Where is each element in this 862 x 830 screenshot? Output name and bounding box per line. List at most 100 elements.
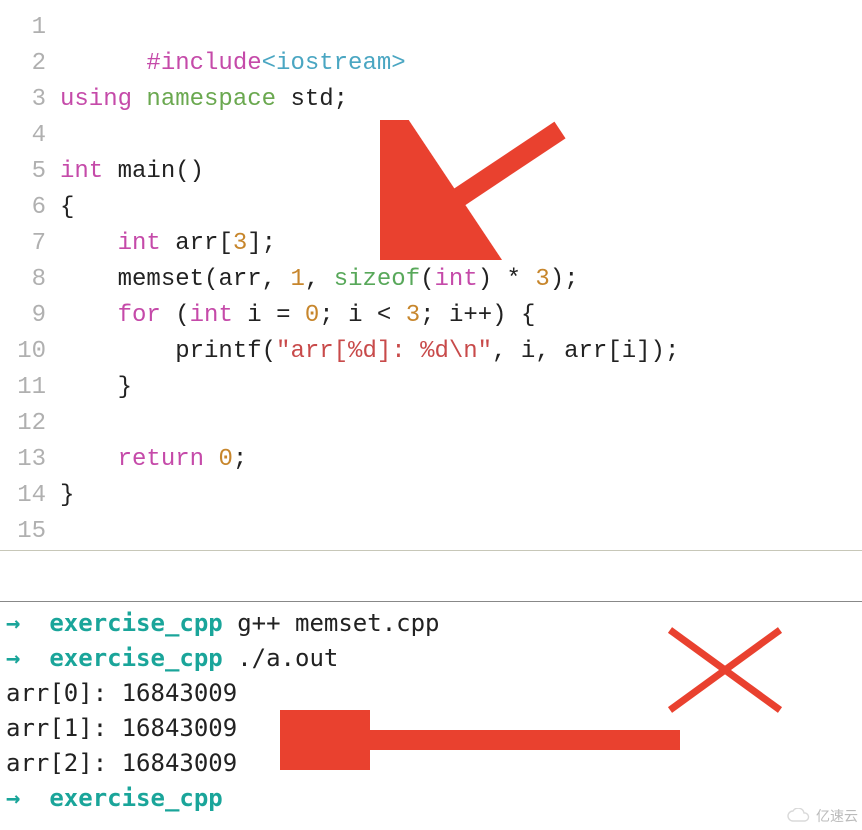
line-number: 8	[0, 262, 60, 298]
token-include-target: <iostream>	[262, 50, 406, 77]
token-operator: =	[276, 302, 290, 329]
token-identifier: i	[348, 302, 362, 329]
terminal-command: ./a.out	[237, 644, 338, 672]
prompt-arrow-icon: →	[6, 784, 20, 812]
watermark: 亿速云	[786, 806, 858, 826]
terminal-line: → exercise_cpp	[6, 781, 856, 816]
line-number: 2	[0, 46, 60, 82]
token-function: memset	[118, 266, 204, 293]
token-bracket: ]	[247, 230, 261, 257]
token-brace: {	[60, 194, 74, 221]
token-number: 3	[233, 230, 247, 257]
terminal-command: g++ memset.cpp	[237, 609, 439, 637]
token-identifier: arr[i]	[564, 338, 650, 365]
terminal-output: arr[0]: 16843009	[6, 676, 856, 711]
token-operator: ++	[463, 302, 492, 329]
token-keyword: sizeof	[334, 266, 420, 293]
prompt-dir: exercise_cpp	[49, 784, 222, 812]
code-line: 14 }	[0, 478, 862, 514]
token-paren: )	[492, 302, 506, 329]
code-line: 6 {	[0, 190, 862, 226]
cloud-icon	[786, 808, 812, 824]
token-punct: ;	[665, 338, 679, 365]
token-paren: (	[204, 266, 218, 293]
code-line: 4	[0, 118, 862, 154]
token-bracket: [	[218, 230, 232, 257]
token-brace: }	[60, 482, 74, 509]
line-number: 10	[0, 334, 60, 370]
token-type: int	[60, 158, 103, 185]
prompt-dir: exercise_cpp	[49, 609, 222, 637]
code-line: 11 }	[0, 370, 862, 406]
line-number: 4	[0, 118, 60, 154]
token-punct: ;	[262, 230, 276, 257]
code-line: 12	[0, 406, 862, 442]
line-number: 9	[0, 298, 60, 334]
token-preprocessor: #include	[146, 50, 261, 77]
token-function: main	[118, 158, 176, 185]
token-punct: ,	[492, 338, 506, 365]
separator-gap	[0, 551, 862, 601]
token-punct: ,	[305, 266, 319, 293]
code-line: 1 #include<iostream>	[0, 10, 862, 46]
token-punct: ;	[334, 86, 348, 113]
code-line: 7 int arr[3];	[0, 226, 862, 262]
line-number: 11	[0, 370, 60, 406]
token-function: printf	[175, 338, 261, 365]
prompt-dir: exercise_cpp	[49, 644, 222, 672]
token-punct: ;	[319, 302, 333, 329]
token-keyword: for	[118, 302, 161, 329]
token-identifier: i	[449, 302, 463, 329]
token-punct: ,	[535, 338, 549, 365]
token-paren: (	[175, 302, 189, 329]
token-identifier: arr	[175, 230, 218, 257]
code-line: 5 int main()	[0, 154, 862, 190]
code-editor: 1 #include<iostream> 2 3 using namespace…	[0, 0, 862, 551]
token-number: 0	[305, 302, 319, 329]
token-paren: (	[262, 338, 276, 365]
code-line: 3 using namespace std;	[0, 82, 862, 118]
line-number: 3	[0, 82, 60, 118]
code-line: 13 return 0;	[0, 442, 862, 478]
token-keyword: return	[118, 446, 204, 473]
token-paren: (	[175, 158, 189, 185]
token-punct: ,	[262, 266, 276, 293]
prompt-arrow-icon: →	[6, 644, 20, 672]
token-paren: )	[550, 266, 564, 293]
code-line: 8 memset(arr, 1, sizeof(int) * 3);	[0, 262, 862, 298]
token-operator: <	[377, 302, 391, 329]
token-type: int	[190, 302, 233, 329]
token-paren: )	[478, 266, 492, 293]
line-number: 5	[0, 154, 60, 190]
token-type: int	[118, 230, 161, 257]
token-namespace: namespace	[146, 86, 276, 113]
token-punct: ;	[564, 266, 578, 293]
token-keyword: using	[60, 86, 132, 113]
token-brace: {	[521, 302, 535, 329]
line-number: 15	[0, 514, 60, 550]
token-type: int	[435, 266, 478, 293]
token-string: "arr[%d]: %d\n"	[276, 338, 492, 365]
token-number: 0	[218, 446, 232, 473]
line-number: 14	[0, 478, 60, 514]
terminal-output: arr[2]: 16843009	[6, 746, 856, 781]
token-operator: *	[507, 266, 521, 293]
token-number: 1	[290, 266, 304, 293]
line-number: 6	[0, 190, 60, 226]
prompt-arrow-icon: →	[6, 609, 20, 637]
token-identifier: std	[290, 86, 333, 113]
token-punct: ;	[233, 446, 247, 473]
terminal-line: → exercise_cpp ./a.out	[6, 641, 856, 676]
terminal-panel[interactable]: → exercise_cpp g++ memset.cpp → exercise…	[0, 601, 862, 816]
token-paren: (	[420, 266, 434, 293]
token-identifier: arr	[218, 266, 261, 293]
line-number: 12	[0, 406, 60, 442]
code-line: 9 for (int i = 0; i < 3; i++) {	[0, 298, 862, 334]
line-number: 7	[0, 226, 60, 262]
code-line: 10 printf("arr[%d]: %d\n", i, arr[i]);	[0, 334, 862, 370]
token-identifier: i	[247, 302, 261, 329]
line-number: 1	[0, 10, 60, 46]
terminal-line: → exercise_cpp g++ memset.cpp	[6, 606, 856, 641]
watermark-text: 亿速云	[816, 806, 858, 826]
token-paren: )	[651, 338, 665, 365]
